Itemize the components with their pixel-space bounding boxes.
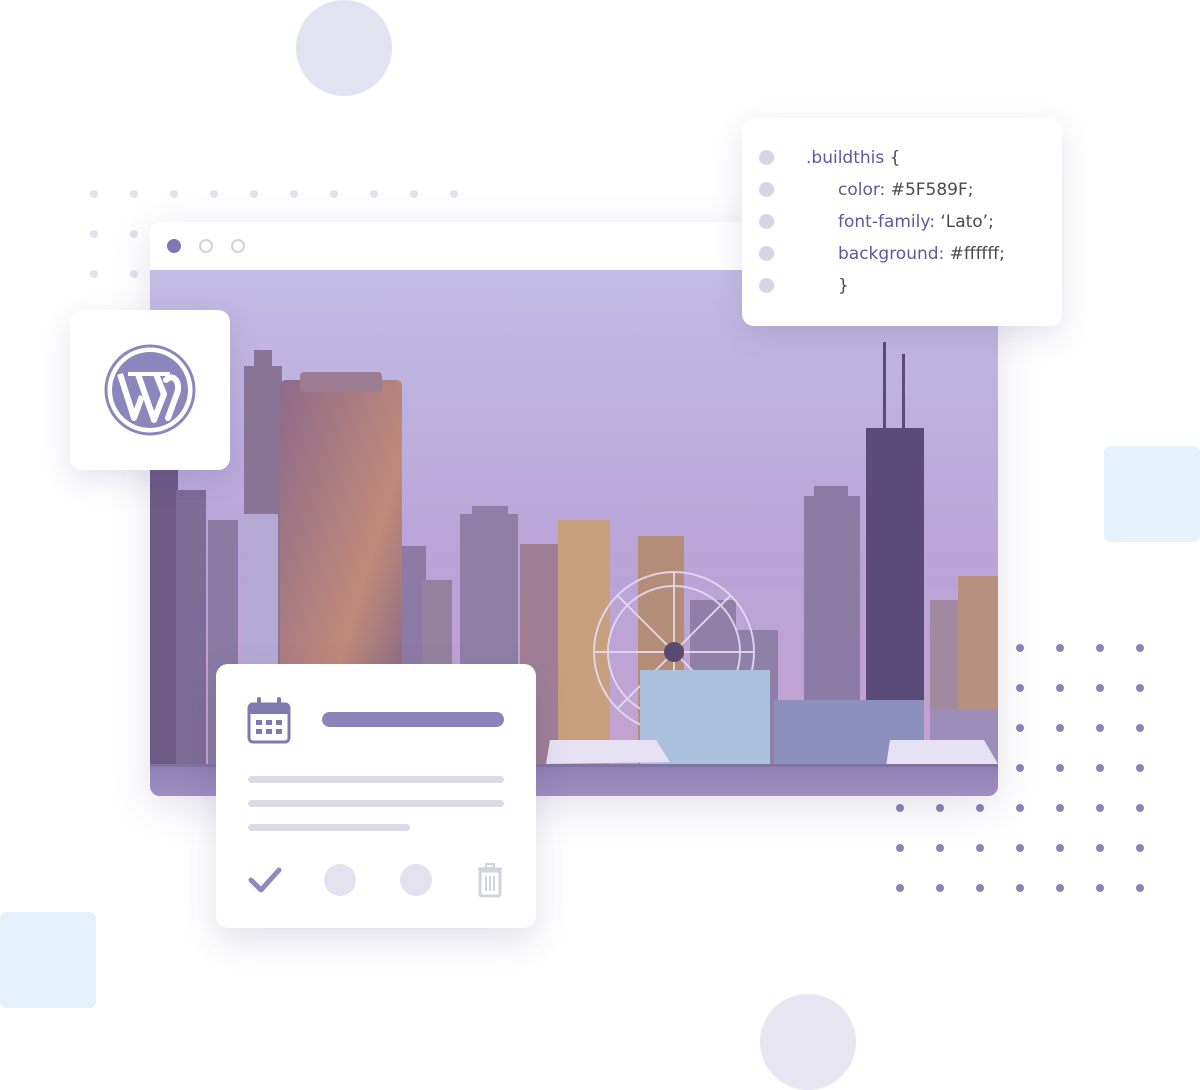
decorative-circle-top: [296, 0, 392, 96]
bullet-icon: [759, 246, 774, 261]
css-code-card: .buildthis { color: #5F589F; font-family…: [742, 118, 1062, 326]
bullet-icon: [759, 278, 774, 293]
css-property: color:: [838, 180, 886, 200]
code-line: background: #ffffff;: [742, 238, 1062, 270]
dot-icon[interactable]: [231, 239, 245, 253]
css-property: background:: [838, 244, 945, 264]
trash-icon[interactable]: [476, 862, 504, 898]
event-title-placeholder: [322, 712, 504, 727]
active-dot-icon[interactable]: [167, 239, 181, 253]
calendar-icon: [247, 697, 291, 744]
circle-icon[interactable]: [400, 864, 432, 896]
text-placeholder-line: [248, 824, 410, 831]
bullet-icon: [759, 150, 774, 165]
css-value: #5F589F;: [890, 180, 974, 200]
dot-icon[interactable]: [199, 239, 213, 253]
css-value: ‘Lato’;: [940, 212, 994, 232]
bullet-icon: [759, 214, 774, 229]
css-value: #ffffff;: [949, 244, 1005, 264]
code-line: font-family: ‘Lato’;: [742, 206, 1062, 238]
code-line: }: [742, 270, 1062, 302]
circle-icon[interactable]: [324, 864, 356, 896]
wordpress-logo-icon: [104, 344, 196, 436]
decorative-circle-bottom: [760, 994, 856, 1090]
text-placeholder-line: [248, 776, 504, 783]
code-line: color: #5F589F;: [742, 174, 1062, 206]
open-brace: {: [889, 148, 901, 168]
close-brace: }: [838, 276, 849, 296]
decorative-square-left: [0, 912, 96, 1008]
code-line: .buildthis {: [742, 142, 1062, 174]
check-icon[interactable]: [248, 866, 282, 894]
text-placeholder-line: [248, 800, 504, 807]
decorative-square-right: [1104, 446, 1200, 542]
event-card: [216, 664, 536, 928]
bullet-icon: [759, 182, 774, 197]
css-selector: .buildthis: [806, 148, 885, 168]
wordpress-card[interactable]: [70, 310, 230, 470]
css-property: font-family:: [838, 212, 935, 232]
